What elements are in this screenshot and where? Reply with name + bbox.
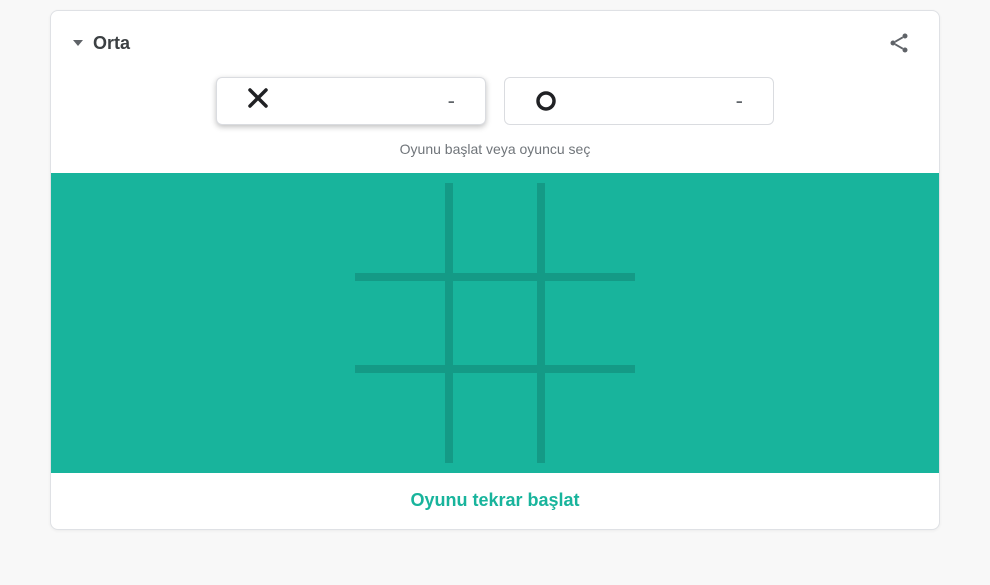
player-o-score: -	[736, 88, 743, 114]
cell-2-0[interactable]	[355, 370, 448, 463]
grid-cells	[355, 183, 635, 463]
player-o-card[interactable]: -	[504, 77, 774, 125]
cell-2-2[interactable]	[542, 370, 635, 463]
share-button[interactable]	[881, 25, 917, 61]
cell-1-0[interactable]	[355, 276, 448, 369]
board-area	[51, 173, 939, 473]
tic-tac-toe-grid	[355, 183, 635, 463]
difficulty-dropdown[interactable]: Orta	[73, 33, 130, 54]
o-icon	[535, 90, 557, 112]
share-icon	[887, 31, 911, 55]
x-icon	[247, 87, 269, 116]
cell-1-2[interactable]	[542, 276, 635, 369]
cell-1-1[interactable]	[448, 276, 541, 369]
restart-button[interactable]: Oyunu tekrar başlat	[410, 490, 579, 511]
chevron-down-icon	[73, 40, 83, 46]
game-card: Orta -	[50, 10, 940, 530]
player-x-card[interactable]: -	[216, 77, 486, 125]
players-row: - -	[51, 69, 939, 135]
header: Orta	[51, 11, 939, 69]
hint-text: Oyunu başlat veya oyuncu seç	[51, 135, 939, 173]
cell-2-1[interactable]	[448, 370, 541, 463]
cell-0-0[interactable]	[355, 183, 448, 276]
restart-bar: Oyunu tekrar başlat	[51, 473, 939, 529]
difficulty-label: Orta	[93, 33, 130, 54]
cell-0-2[interactable]	[542, 183, 635, 276]
player-x-score: -	[448, 88, 455, 114]
cell-0-1[interactable]	[448, 183, 541, 276]
